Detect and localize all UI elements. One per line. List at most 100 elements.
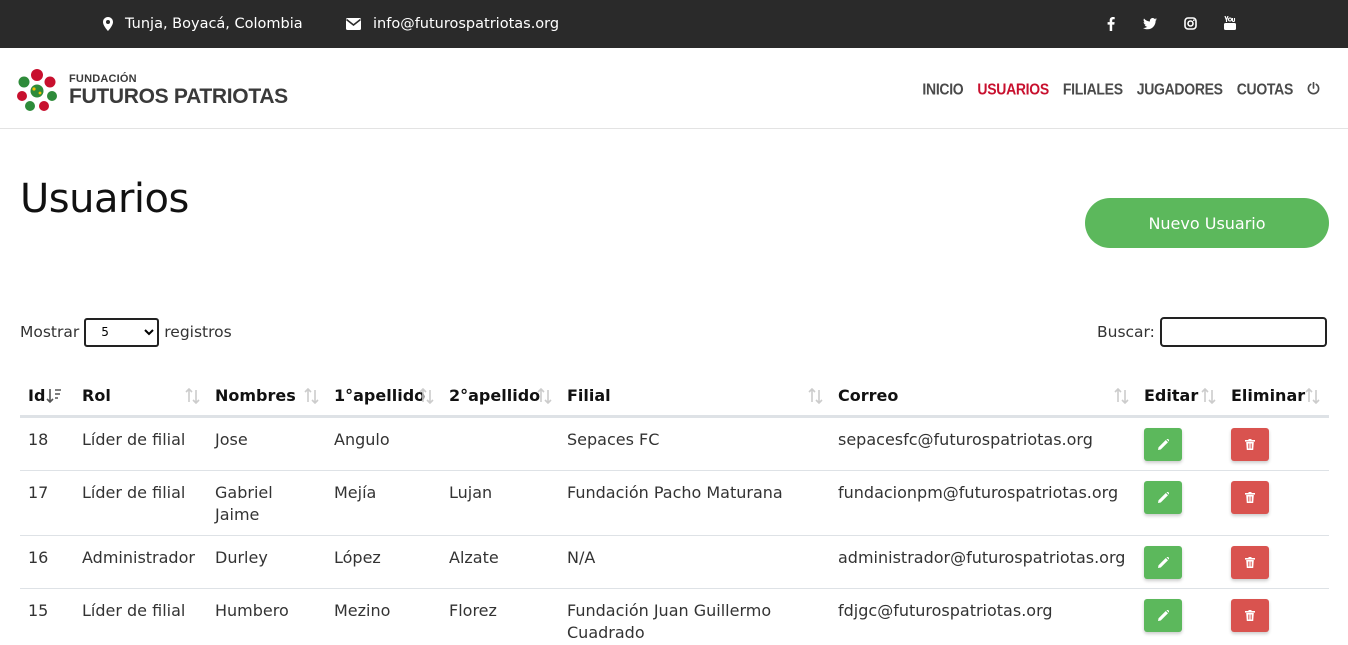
main-header: FUNDACIÓN FUTUROS PATRIOTAS INICIO USUAR… [0,48,1348,129]
power-icon[interactable] [1307,82,1320,95]
location-info: Tunja, Boyacá, Colombia [103,0,303,48]
soccer-ball-logo-icon [15,68,59,112]
cell-editar [1136,588,1223,645]
cell-rol: Líder de filial [74,416,207,471]
cell-filial: Sepaces FC [559,416,830,471]
cell-rol: Líder de filial [74,470,207,536]
col-header-correo[interactable]: Correo [830,377,1136,418]
cell-editar [1136,535,1223,589]
cell-apellido2: Florez [441,588,559,645]
col-header-nombres[interactable]: Nombres [207,377,326,418]
sort-icon [185,388,200,404]
search-label: Buscar: [1097,323,1155,341]
delete-button[interactable] [1231,598,1269,632]
sort-icon [304,388,319,404]
edit-button[interactable] [1144,427,1182,461]
facebook-icon[interactable] [1103,16,1119,32]
main-nav: INICIO USUARIOS FILIALES JUGADORES CUOTA… [908,48,1320,129]
edit-button[interactable] [1144,598,1182,632]
pencil-icon [1157,556,1169,568]
cell-apellido1: Angulo [326,416,441,471]
cell-nombres: Gabriel Jaime [207,470,326,536]
youtube-icon[interactable] [1222,15,1238,31]
new-user-button[interactable]: Nuevo Usuario [1085,198,1329,248]
search-input[interactable] [1159,317,1327,347]
sort-icon [1201,388,1216,404]
cell-apellido2: Lujan [441,470,559,536]
col-header-eliminar[interactable]: Eliminar [1223,377,1329,418]
cell-correo: sepacesfc@futurospatriotas.org [830,416,1136,471]
cell-editar [1136,416,1223,471]
cell-filial: Fundación Juan Guillermo Cuadrado [559,588,830,645]
trash-icon [1245,609,1255,621]
logo-top-text: FUNDACIÓN [69,72,137,85]
email-info: info@futurospatriotas.org [346,0,559,48]
cell-apellido2: Alzate [441,535,559,589]
sort-icon [419,388,434,404]
cell-editar [1136,470,1223,536]
sort-icon [1305,388,1320,404]
col-header-rol[interactable]: Rol [74,377,207,418]
trash-icon [1245,438,1255,450]
pencil-icon [1157,609,1169,621]
cell-rol: Administrador [74,535,207,589]
col-header-filial[interactable]: Filial [559,377,830,418]
cell-correo: fdjgc@futurospatriotas.org [830,588,1136,645]
cell-id: 18 [20,416,74,471]
nav-item-inicio[interactable]: INICIO [922,80,963,98]
table-row: 16 Administrador Durley López Alzate N/A… [20,535,1329,589]
cell-eliminar [1223,588,1329,645]
table-body: 18 Líder de filial Jose Angulo Sepaces F… [20,416,1329,645]
email-text[interactable]: info@futurospatriotas.org [373,16,559,32]
col-header-editar[interactable]: Editar [1136,377,1223,418]
edit-button[interactable] [1144,545,1182,579]
delete-button[interactable] [1231,480,1269,514]
cell-eliminar [1223,535,1329,589]
twitter-icon[interactable] [1142,16,1158,32]
cell-filial: N/A [559,535,830,589]
table-row: 15 Líder de filial Humbero Mezino Florez… [20,588,1329,645]
search-control: Buscar: [1097,317,1327,347]
cell-nombres: Humbero [207,588,326,645]
nav-item-cuotas[interactable]: CUOTAS [1237,80,1294,98]
nav-item-usuarios[interactable]: USUARIOS [977,80,1049,98]
cell-rol: Líder de filial [74,588,207,645]
edit-button[interactable] [1144,480,1182,514]
map-marker-icon [103,17,113,31]
page-title: Usuarios [20,176,189,222]
cell-id: 15 [20,588,74,645]
table-header-row: Id Rol Nombres 1°apellido 2°apellido Fil… [20,377,1329,418]
page-length-select[interactable]: 5 [84,317,160,347]
sort-icon [808,388,823,404]
cell-correo: administrador@futurospatriotas.org [830,535,1136,589]
sort-icon [1114,388,1129,404]
cell-nombres: Jose [207,416,326,471]
cell-apellido1: Mejía [326,470,441,536]
brand-logo[interactable]: FUNDACIÓN FUTUROS PATRIOTAS [14,67,288,113]
instagram-icon[interactable] [1182,15,1198,31]
pencil-icon [1157,491,1169,503]
cell-eliminar [1223,416,1329,471]
cell-correo: fundacionpm@futurospatriotas.org [830,470,1136,536]
cell-nombres: Durley [207,535,326,589]
pencil-icon [1157,438,1169,450]
table-row: 17 Líder de filial Gabriel Jaime Mejía L… [20,470,1329,536]
cell-eliminar [1223,470,1329,536]
cell-apellido1: Mezino [326,588,441,645]
trash-icon [1245,556,1255,568]
nav-item-jugadores[interactable]: JUGADORES [1137,80,1223,98]
col-header-id[interactable]: Id [20,377,74,418]
cell-id: 16 [20,535,74,589]
col-header-apellido1[interactable]: 1°apellido [326,377,441,418]
col-header-apellido2[interactable]: 2°apellido [441,377,559,418]
logo-main-text: FUTUROS PATRIOTAS [69,84,288,108]
cell-id: 17 [20,470,74,536]
delete-button[interactable] [1231,427,1269,461]
show-suffix-label: registros [164,323,232,341]
cell-apellido2 [441,416,559,471]
page-length-control: Mostrar 5 registros [20,317,232,347]
delete-button[interactable] [1231,545,1269,579]
cell-filial: Fundación Pacho Maturana [559,470,830,536]
nav-item-filiales[interactable]: FILIALES [1063,80,1123,98]
sort-desc-icon [46,389,61,404]
